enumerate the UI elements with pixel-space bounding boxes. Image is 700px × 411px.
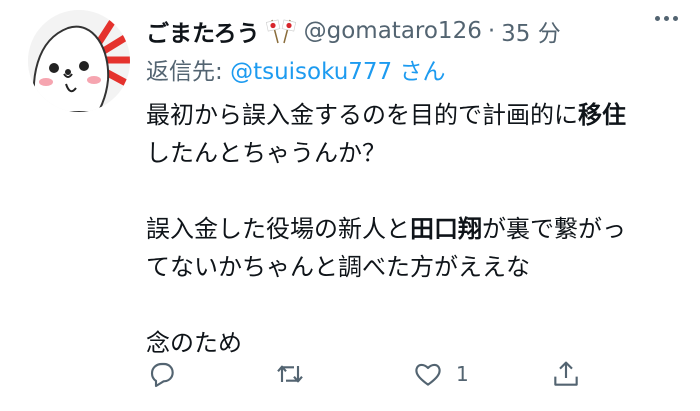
- share-icon: [554, 361, 578, 386]
- tweet-text-line: 最初から誤入金するのを目的で計画的に移住: [146, 101, 626, 129]
- timestamp[interactable]: 35 分: [501, 14, 561, 48]
- tweet-text-line: 誤入金した役場の新人と田口翔が裏で繋がっ: [146, 215, 626, 243]
- reply-to-line: 返信先: @tsuisoku777 さん: [146, 52, 446, 86]
- tweet-text: 最初から誤入金するのを目的で計画的に移住 したんとちゃうんか？ 誤入金した役場の…: [146, 96, 676, 362]
- avatar[interactable]: [28, 10, 130, 112]
- separator-dot: ·: [487, 18, 496, 44]
- reply-mention-link[interactable]: @tsuisoku777: [230, 59, 392, 85]
- like-button[interactable]: 1: [412, 356, 469, 392]
- reply-button[interactable]: [146, 356, 178, 392]
- share-button[interactable]: [550, 356, 582, 392]
- bold-text: 田口翔: [410, 215, 482, 243]
- seal-avatar-image: [28, 10, 130, 112]
- heart-icon: [415, 363, 441, 386]
- reply-prefix: 返信先:: [146, 59, 231, 85]
- bold-text: 移住: [578, 101, 626, 129]
- display-name[interactable]: ごまたろう: [146, 14, 260, 48]
- tweet-text-line: したんとちゃうんか？: [146, 139, 386, 167]
- reply-icon: [150, 362, 174, 388]
- flag-emoji-icon: [265, 18, 296, 44]
- retweet-button[interactable]: [274, 356, 306, 392]
- tweet-actions: 1: [146, 356, 586, 392]
- retweet-icon: [277, 365, 303, 383]
- tweet-text-line: てないかちゃんと調べた方がええな: [146, 253, 530, 281]
- reply-suffix: さん: [392, 59, 446, 85]
- more-options-icon[interactable]: [655, 16, 678, 21]
- user-handle[interactable]: @gomataro126: [304, 18, 482, 44]
- tweet-header: ごまたろう @gomataro126 · 35 分: [146, 14, 561, 48]
- like-count: 1: [456, 362, 469, 386]
